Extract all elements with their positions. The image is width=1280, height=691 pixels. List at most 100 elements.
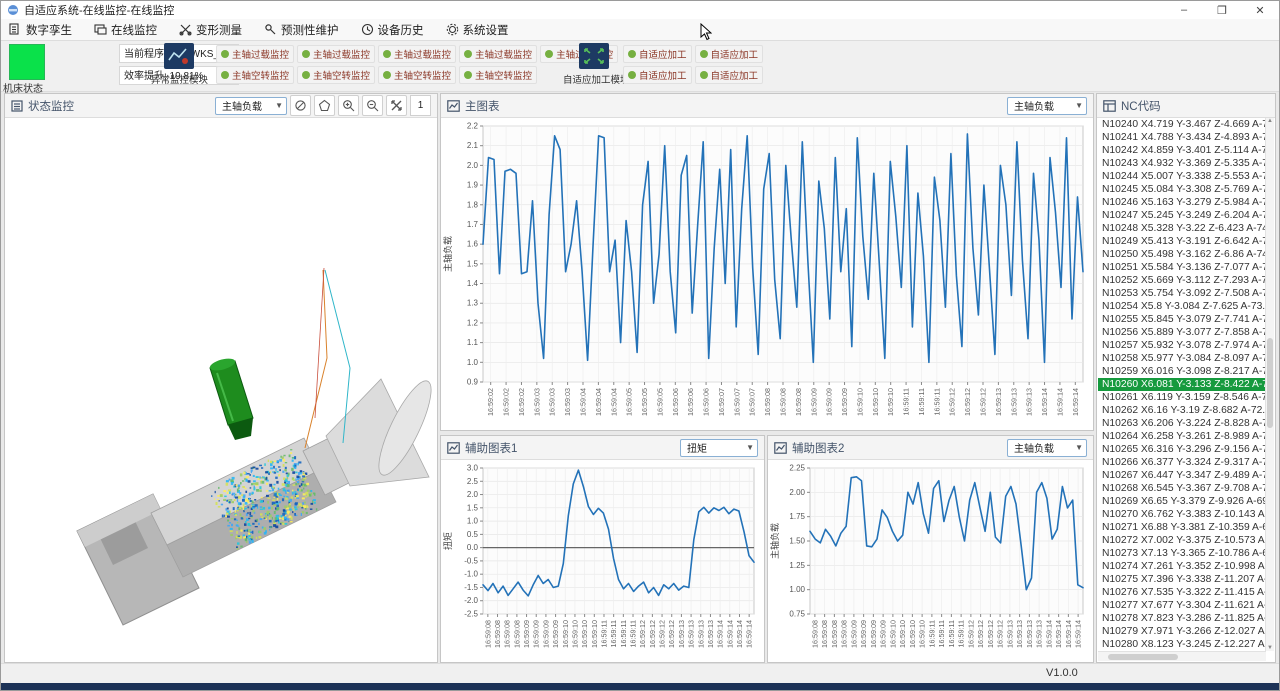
- nc-code-line[interactable]: N10240 X4.719 Y-3.467 Z-4.669 A-76.396: [1098, 118, 1266, 131]
- nc-code-line[interactable]: N10270 X6.762 Y-3.383 Z-10.143 A-69.34: [1098, 508, 1266, 521]
- svg-text:16:59:10: 16:59:10: [590, 620, 599, 648]
- nc-code-line[interactable]: N10247 X5.245 Y-3.249 Z-6.204 A-74.701: [1098, 209, 1266, 222]
- svg-text:-2.0: -2.0: [464, 596, 478, 605]
- menu-bar: 数字孪生 在线监控 变形测量 预测性维护 设备历史 系统设置: [1, 19, 1279, 41]
- nc-code-line[interactable]: N10272 X7.002 Y-3.375 Z-10.573 A-68.05: [1098, 534, 1266, 547]
- zoom-in-button[interactable]: [338, 95, 359, 116]
- nc-code-line-selected[interactable]: N10260 X6.081 Y-3.133 Z-8.422 A-72.835: [1098, 378, 1266, 391]
- status-dot-icon: [700, 50, 708, 58]
- idle-monitor-button-4[interactable]: 主轴空转监控: [459, 66, 537, 84]
- nc-code-line[interactable]: N10244 X5.007 Y-3.338 Z-5.553 A-75.297: [1098, 170, 1266, 183]
- svg-text:16:59:08: 16:59:08: [779, 388, 788, 416]
- nc-code-line[interactable]: N10245 X5.084 Y-3.308 Z-5.769 A-75.088: [1098, 183, 1266, 196]
- nc-code-line[interactable]: N10268 X6.545 Y-3.367 Z-9.708 A-70.519: [1098, 482, 1266, 495]
- svg-text:3.0: 3.0: [467, 464, 479, 473]
- overload-monitor-button-1[interactable]: 主轴过载监控: [216, 45, 294, 63]
- adaptive-machining-button-4[interactable]: 自适应加工: [695, 66, 764, 84]
- nc-code-list[interactable]: N10240 X4.719 Y-3.467 Z-4.669 A-76.396N1…: [1098, 118, 1266, 651]
- idle-button-row: 主轴空转监控主轴空转监控主轴空转监控主轴空转监控: [216, 66, 537, 84]
- menu-item-online-monitor[interactable]: 在线监控: [94, 22, 157, 38]
- home-view-button[interactable]: [314, 95, 335, 116]
- aux-chart1-signal-select[interactable]: 扭矩▼: [680, 439, 758, 457]
- nc-code-line[interactable]: N10253 X5.754 Y-3.092 Z-7.508 A-73.677: [1098, 287, 1266, 300]
- svg-text:2.0: 2.0: [467, 490, 479, 499]
- nc-code-line[interactable]: N10264 X6.258 Y-3.261 Z-8.989 A-72.072: [1098, 430, 1266, 443]
- nc-code-line[interactable]: N10263 X6.206 Y-3.224 Z-8.828 A-72.33 C: [1098, 417, 1266, 430]
- nc-code-line[interactable]: N10250 X5.498 Y-3.162 Z-6.86 A-74.178 C: [1098, 248, 1266, 261]
- nc-code-line[interactable]: N10269 X6.65 Y-3.379 Z-9.926 A-69.947 C: [1098, 495, 1266, 508]
- rotate-view-button[interactable]: [290, 95, 311, 116]
- zoom-out-button[interactable]: [362, 95, 383, 116]
- aux-chart2-title: 辅助图表2: [792, 440, 844, 456]
- menu-item-system-settings[interactable]: 系统设置: [446, 22, 509, 38]
- nc-code-line[interactable]: N10275 X7.396 Y-3.338 Z-11.207 A-65.95: [1098, 573, 1266, 586]
- svg-text:16:59:12: 16:59:12: [986, 620, 995, 648]
- scroll-down-icon[interactable]: ▼: [1266, 645, 1274, 651]
- svg-text:16:59:14: 16:59:14: [1044, 620, 1053, 648]
- nc-code-line[interactable]: N10241 X4.788 Y-3.434 Z-4.893 A-76.062: [1098, 131, 1266, 144]
- menu-item-deformation-measure[interactable]: 变形测量: [179, 22, 242, 38]
- menu-item-digital-twin[interactable]: 数字孪生: [9, 22, 72, 38]
- nc-code-line[interactable]: N10267 X6.447 Y-3.347 Z-9.489 A-71.055: [1098, 469, 1266, 482]
- nc-code-line[interactable]: N10279 X7.971 Y-3.266 Z-12.027 A-62.98: [1098, 625, 1266, 638]
- nc-code-line[interactable]: N10259 X6.016 Y-3.098 Z-8.217 A-73.036: [1098, 365, 1266, 378]
- nc-code-line[interactable]: N10278 X7.823 Y-3.286 Z-11.825 A-63.73: [1098, 612, 1266, 625]
- nc-code-line[interactable]: N10265 X6.316 Y-3.296 Z-9.156 A-71.771: [1098, 443, 1266, 456]
- overload-monitor-button-4[interactable]: 主轴过载监控: [459, 45, 537, 63]
- maximize-button[interactable]: ❐: [1203, 1, 1241, 19]
- machine-3d-view[interactable]: [5, 118, 437, 662]
- nc-code-line[interactable]: N10274 X7.261 Y-3.352 Z-10.998 A-66.67: [1098, 560, 1266, 573]
- svg-text:16:59:08: 16:59:08: [820, 620, 829, 648]
- overload-monitor-button-3[interactable]: 主轴过载监控: [378, 45, 456, 63]
- main-chart: 0.91.01.11.21.31.41.51.61.71.81.92.02.12…: [441, 118, 1093, 430]
- nc-code-line[interactable]: N10248 X5.328 Y-3.22 Z-6.423 A-74.52 C: [1098, 222, 1266, 235]
- svg-text:1.25: 1.25: [789, 561, 805, 570]
- svg-text:1.0: 1.0: [467, 358, 479, 367]
- nc-code-line[interactable]: N10258 X5.977 Y-3.084 Z-8.097 A-73.138: [1098, 352, 1266, 365]
- nc-code-line[interactable]: N10262 X6.16 Y-3.19 Z-8.682 A-72.534 C: [1098, 404, 1266, 417]
- nc-code-line[interactable]: N10246 X5.163 Y-3.279 Z-5.984 A-74.892: [1098, 196, 1266, 209]
- idle-monitor-button-3[interactable]: 主轴空转监控: [378, 66, 456, 84]
- svg-text:16:59:02: 16:59:02: [502, 388, 511, 416]
- zoom-level-box[interactable]: 1: [410, 95, 431, 116]
- nc-code-line[interactable]: N10261 X6.119 Y-3.159 Z-8.546 A-72.701: [1098, 391, 1266, 404]
- main-chart-signal-select[interactable]: 主轴负载▼: [1007, 97, 1087, 115]
- nc-code-line[interactable]: N10266 X6.377 Y-3.324 Z-9.317 A-71.443: [1098, 456, 1266, 469]
- aux-chart2-signal-select[interactable]: 主轴负载▼: [1007, 439, 1087, 457]
- nc-horizontal-scrollbar[interactable]: [1098, 651, 1266, 661]
- nc-code-line[interactable]: N10280 X8.123 Y-3.245 Z-12.227 A-62.23: [1098, 638, 1266, 651]
- nc-code-line[interactable]: N10256 X5.889 Y-3.077 Z-7.858 A-73.348: [1098, 326, 1266, 339]
- menu-item-device-history[interactable]: 设备历史: [361, 22, 424, 38]
- nc-code-line[interactable]: N10249 X5.413 Y-3.191 Z-6.642 A-74.346: [1098, 235, 1266, 248]
- nc-code-line[interactable]: N10276 X7.535 Y-3.322 Z-11.415 A-65.22: [1098, 586, 1266, 599]
- scroll-up-icon[interactable]: ▲: [1266, 118, 1274, 124]
- adaptive-machining-button-1[interactable]: 自适应加工: [623, 45, 692, 63]
- aux-chart2: 0.751.001.251.501.752.002.2516:59:0816:5…: [768, 460, 1093, 662]
- svg-text:16:59:11: 16:59:11: [927, 620, 936, 647]
- svg-text:0.5: 0.5: [467, 530, 479, 539]
- close-button[interactable]: ✕: [1241, 1, 1279, 19]
- minimize-button[interactable]: –: [1165, 1, 1203, 19]
- view-signal-select[interactable]: 主轴负载▼: [215, 97, 287, 115]
- nc-vertical-scrollbar[interactable]: ▲ ▼: [1265, 118, 1274, 651]
- adaptive-machining-button-3[interactable]: 自适应加工: [623, 66, 692, 84]
- adaptive-button-row-2: 自适应加工自适应加工: [623, 66, 763, 84]
- fit-view-button[interactable]: [386, 95, 407, 116]
- nc-code-line[interactable]: N10255 X5.845 Y-3.079 Z-7.741 A-73.458: [1098, 313, 1266, 326]
- nc-code-line[interactable]: N10243 X4.932 Y-3.369 Z-5.335 A-75.523: [1098, 157, 1266, 170]
- svg-text:16:59:11: 16:59:11: [917, 388, 926, 415]
- overload-monitor-button-2[interactable]: 主轴过载监控: [297, 45, 375, 63]
- nc-code-line[interactable]: N10273 X7.13 Y-3.365 Z-10.786 A-67.372: [1098, 547, 1266, 560]
- nc-code-line[interactable]: N10277 X7.677 Y-3.304 Z-11.621 A-64.48: [1098, 599, 1266, 612]
- idle-monitor-button-1[interactable]: 主轴空转监控: [216, 66, 294, 84]
- svg-text:0.9: 0.9: [467, 378, 479, 387]
- nc-code-line[interactable]: N10254 X5.8 Y-3.084 Z-7.625 A-73.571 C: [1098, 300, 1266, 313]
- idle-monitor-button-2[interactable]: 主轴空转监控: [297, 66, 375, 84]
- menu-item-predictive-maintenance[interactable]: 预测性维护: [264, 22, 339, 38]
- nc-code-line[interactable]: N10242 X4.859 Y-3.401 Z-5.114 A-75.775: [1098, 144, 1266, 157]
- nc-code-line[interactable]: N10251 X5.584 Y-3.136 Z-7.077 A-74.012: [1098, 261, 1266, 274]
- nc-code-line[interactable]: N10252 X5.669 Y-3.112 Z-7.293 A-73.844: [1098, 274, 1266, 287]
- nc-code-line[interactable]: N10257 X5.932 Y-3.078 Z-7.974 A-73.243: [1098, 339, 1266, 352]
- adaptive-machining-button-2[interactable]: 自适应加工: [695, 45, 764, 63]
- nc-code-line[interactable]: N10271 X6.88 Y-3.381 Z-10.359 A-68.711: [1098, 521, 1266, 534]
